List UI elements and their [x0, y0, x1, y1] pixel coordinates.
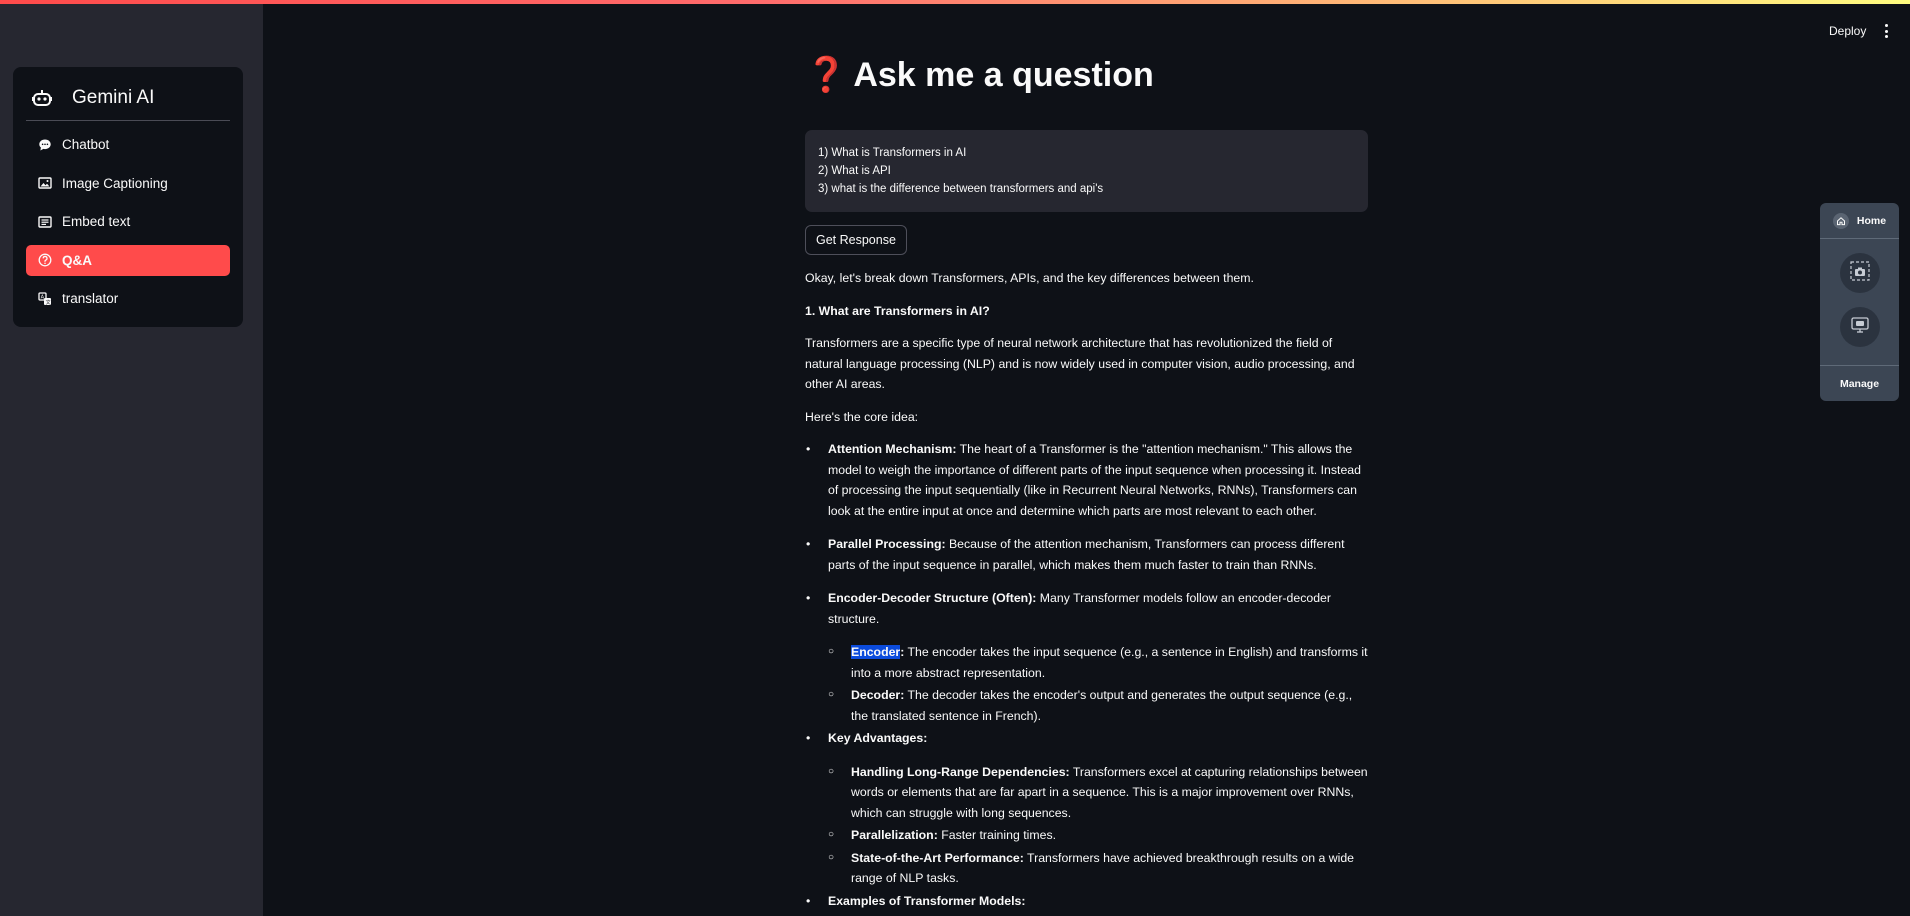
screenshot-icon: [1849, 260, 1871, 287]
chat-bubble-icon: [38, 138, 52, 152]
list-item: Examples of Transformer Models:: [805, 891, 1368, 912]
translate-icon: A文: [38, 291, 52, 306]
sub-list-item: Decoder: The decoder takes the encoder's…: [828, 685, 1368, 726]
deploy-button[interactable]: Deploy: [1829, 24, 1866, 38]
sidebar-item-qa[interactable]: Q&A: [26, 244, 230, 276]
list-item: Attention Mechanism: The heart of a Tran…: [805, 439, 1368, 521]
text-card-icon: [38, 215, 52, 229]
selected-text: Encoder: [851, 645, 901, 659]
screen-record-icon: [1849, 314, 1871, 341]
sidebar-item-label: translator: [62, 291, 119, 306]
list-item: Parallel Processing: Because of the atte…: [805, 534, 1368, 575]
page-title-text: Ask me a question: [853, 55, 1154, 94]
sidebar-item-label: Image Captioning: [62, 175, 168, 191]
robot-icon: [32, 88, 52, 108]
sidebar-item-chatbot[interactable]: Chatbot: [26, 129, 230, 160]
list-item: Key Advantages: Handling Long-Range Depe…: [805, 728, 1368, 889]
top-accent-bar: [0, 0, 1910, 4]
screenshot-button[interactable]: [1839, 253, 1880, 293]
response-list: Attention Mechanism: The heart of a Tran…: [805, 439, 1368, 911]
sub-list-item: State-of-the-Art Performance: Transforme…: [828, 848, 1368, 889]
response-output: Okay, let's break down Transformers, API…: [805, 268, 1368, 911]
sidebar-item-translator[interactable]: A文 translator: [26, 283, 230, 314]
main-menu-icon[interactable]: [1883, 24, 1889, 38]
sidebar-item-embed-text[interactable]: Embed text: [26, 206, 230, 237]
get-response-button[interactable]: Get Response: [805, 225, 907, 255]
sub-list: Encoder: The encoder takes the input seq…: [828, 642, 1368, 726]
nav-menu: Gemini AI Chatbot Image Captioning Embed…: [13, 67, 243, 327]
response-intro: Okay, let's break down Transformers, API…: [805, 271, 1254, 285]
core-idea-text: Here's the core idea:: [805, 409, 919, 424]
sidebar-item-image-captioning[interactable]: Image Captioning: [26, 168, 230, 199]
main-content: ❓ Ask me a question 1) What is Transform…: [805, 50, 1368, 916]
screen-record-button[interactable]: [1839, 307, 1880, 347]
home-icon: [1832, 212, 1849, 229]
question-circle-icon: [38, 253, 52, 267]
sidebar-item-label: Q&A: [62, 252, 92, 268]
floating-toolbar: Home Manage: [1820, 203, 1899, 401]
page-title: ❓ Ask me a question: [805, 50, 1368, 100]
menu-header: Gemini AI: [26, 79, 230, 121]
section-heading: 1. What are Transformers in AI?: [805, 303, 990, 318]
list-item: Encoder-Decoder Structure (Often): Many …: [805, 588, 1368, 726]
sub-list-item: Handling Long-Range Dependencies: Transf…: [828, 762, 1368, 824]
app-title: Gemini AI: [72, 86, 155, 108]
home-button[interactable]: Home: [1820, 203, 1899, 239]
image-icon: [38, 176, 52, 190]
sub-list: Handling Long-Range Dependencies: Transf…: [828, 762, 1368, 889]
manage-button[interactable]: Manage: [1820, 365, 1899, 401]
question-input[interactable]: 1) What is Transformers in AI 2) What is…: [805, 130, 1368, 212]
svg-text:A: A: [41, 294, 45, 300]
sub-list-item: Parallelization: Faster training times.: [828, 825, 1368, 846]
svg-text:文: 文: [46, 298, 51, 305]
sub-list-item: Encoder: The encoder takes the input seq…: [828, 642, 1368, 683]
sidebar-item-label: Embed text: [62, 214, 131, 229]
sidebar-item-label: Chatbot: [62, 137, 110, 152]
question-mark-icon: ❓: [805, 56, 848, 94]
section-paragraph: Transformers are a specific type of neur…: [805, 336, 1355, 391]
sidebar: Gemini AI Chatbot Image Captioning Embed…: [0, 4, 263, 916]
